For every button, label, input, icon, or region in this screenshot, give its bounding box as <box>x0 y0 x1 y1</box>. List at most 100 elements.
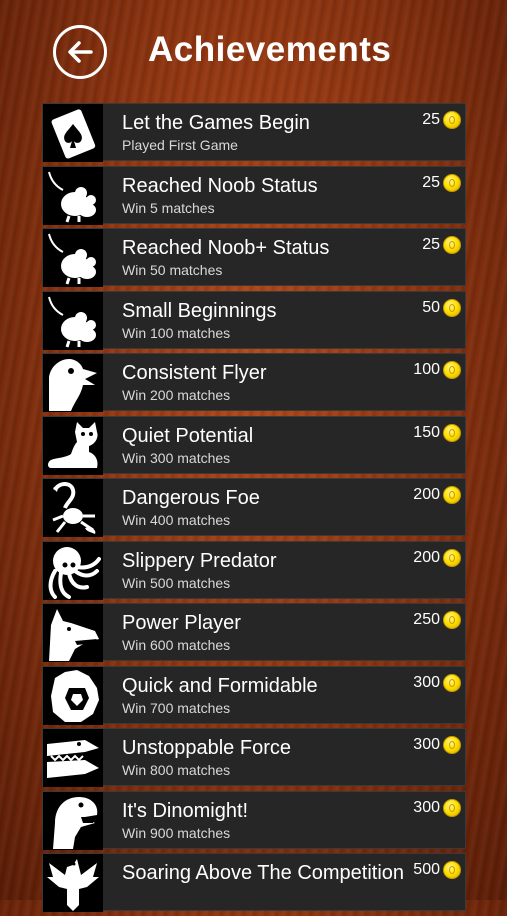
reward-amount: 50 <box>422 298 440 316</box>
achievement-row[interactable]: Consistent Flyer Win 200 matches 100 <box>42 353 466 412</box>
dinosaur-icon-box <box>43 791 103 850</box>
lion-icon <box>51 669 99 722</box>
back-button[interactable] <box>53 25 107 79</box>
reward-amount: 25 <box>422 111 440 128</box>
achievement-row[interactable]: Unstoppable Force Win 800 matches 300 <box>42 728 466 787</box>
achievement-description: Win 700 matches <box>122 699 231 716</box>
achievement-description: Win 600 matches <box>122 637 231 653</box>
achievement-row[interactable]: Quick and Formidable Win 700 matches 300 <box>42 665 466 725</box>
back-arrow-icon <box>68 41 93 63</box>
achievement-row[interactable]: It's Dinomight! Win 900 matches 300 <box>42 790 466 850</box>
reward: 200 <box>413 548 461 567</box>
achievement-row[interactable]: Power Player Win 600 matches 250 <box>42 603 466 662</box>
achievement-description: Win 300 matches <box>122 449 231 466</box>
wolf-icon <box>49 609 99 661</box>
achievement-row[interactable]: Reached Noob+ Status Win 50 matches 25 <box>42 228 466 287</box>
bird-icon <box>49 359 97 411</box>
achievement-description: Win 900 matches <box>122 824 231 841</box>
achievement-description: Win 5 matches <box>122 199 215 216</box>
coin-icon <box>443 548 461 567</box>
reward: 300 <box>413 798 461 817</box>
achievement-row[interactable]: Small Beginnings Win 100 matches 50 <box>42 290 466 350</box>
achievement-row[interactable]: Slippery Predator Win 500 matches 200 <box>42 540 466 600</box>
coin-icon <box>443 673 461 692</box>
reward-amount: 150 <box>413 423 440 441</box>
reward-amount: 300 <box>413 736 440 753</box>
achievement-name: Unstoppable Force <box>122 737 291 759</box>
mouse-icon-box <box>43 166 103 225</box>
achievement-name: Reached Noob+ Status <box>122 237 330 259</box>
mouse-icon-box <box>43 291 103 350</box>
scorpion-icon <box>52 482 96 534</box>
reward: 500 <box>413 861 461 879</box>
achievement-description: Win 50 matches <box>122 262 223 278</box>
achievement-row[interactable]: Dangerous Foe Win 400 matches 200 <box>42 478 466 537</box>
reward-amount: 100 <box>413 361 440 378</box>
reward: 150 <box>413 423 461 442</box>
coin-icon <box>443 361 461 379</box>
cat-icon-box <box>43 416 103 475</box>
reward-amount: 300 <box>413 673 440 691</box>
achievement-description: Win 200 matches <box>122 387 231 403</box>
achievement-name: Dangerous Foe <box>122 487 260 509</box>
bird-icon-box <box>43 354 103 412</box>
page-title: Achievements <box>148 30 392 69</box>
achievement-name: Slippery Predator <box>122 549 277 572</box>
coin-icon <box>443 236 461 254</box>
achievement-name: Power Player <box>122 612 241 634</box>
lion-icon-box <box>43 666 103 725</box>
achievement-row[interactable]: Quiet Potential Win 300 matches 150 <box>42 415 466 475</box>
reward-amount: 250 <box>413 611 440 628</box>
reward: 250 <box>413 611 461 629</box>
achievement-name: It's Dinomight! <box>122 799 249 822</box>
achievement-description: Win 400 matches <box>122 512 231 528</box>
eagle-icon <box>47 859 99 911</box>
coin-icon <box>443 861 461 879</box>
achievement-name: Consistent Flyer <box>122 362 267 384</box>
coin-icon <box>443 736 461 754</box>
reward: 25 <box>422 173 461 192</box>
reward: 300 <box>413 736 461 754</box>
eagle-icon-box <box>43 854 103 912</box>
achievement-description: Played First Game <box>122 137 238 153</box>
playing-card-icon-box <box>43 104 103 162</box>
playing-card-icon <box>51 109 96 159</box>
cat-icon <box>48 421 98 468</box>
achievement-name: Small Beginnings <box>122 299 277 322</box>
reward-amount: 200 <box>413 486 440 503</box>
coin-icon <box>443 611 461 629</box>
reward: 25 <box>422 111 461 129</box>
achievement-row[interactable]: Let the Games Begin Played First Game 25 <box>42 103 466 162</box>
reward-amount: 500 <box>413 861 440 878</box>
achievement-description: Win 100 matches <box>122 324 231 341</box>
achievement-row[interactable]: Reached Noob Status Win 5 matches 25 <box>42 165 466 225</box>
achievement-name: Quick and Formidable <box>122 674 318 697</box>
scorpion-icon-box <box>43 479 103 537</box>
mouse-icon <box>48 233 96 285</box>
reward: 300 <box>413 673 461 692</box>
reward-amount: 300 <box>413 798 440 816</box>
reward-amount: 200 <box>413 548 440 566</box>
octopus-icon <box>48 546 101 599</box>
coin-icon <box>443 486 461 504</box>
mouse-icon <box>48 296 96 347</box>
dinosaur-icon <box>53 796 98 849</box>
reward: 50 <box>422 298 461 317</box>
achievements-list: Let the Games Begin Played First Game 25… <box>42 103 466 916</box>
reward-amount: 25 <box>422 173 440 191</box>
crocodile-icon-box <box>43 729 103 787</box>
mouse-icon-box <box>43 229 103 287</box>
wolf-icon-box <box>43 604 103 662</box>
achievement-name: Reached Noob Status <box>122 174 318 197</box>
achievement-description: Win 500 matches <box>122 574 231 591</box>
coin-icon <box>443 298 461 317</box>
reward: 100 <box>413 361 461 379</box>
reward: 25 <box>422 236 461 254</box>
achievement-name: Soaring Above The Competition <box>122 862 405 884</box>
coin-icon <box>443 173 461 192</box>
achievement-row[interactable]: Soaring Above The Competition 500 <box>42 853 466 912</box>
reward-amount: 25 <box>422 236 440 253</box>
mouse-icon <box>48 171 96 222</box>
coin-icon <box>443 111 461 129</box>
achievement-name: Quiet Potential <box>122 424 254 447</box>
